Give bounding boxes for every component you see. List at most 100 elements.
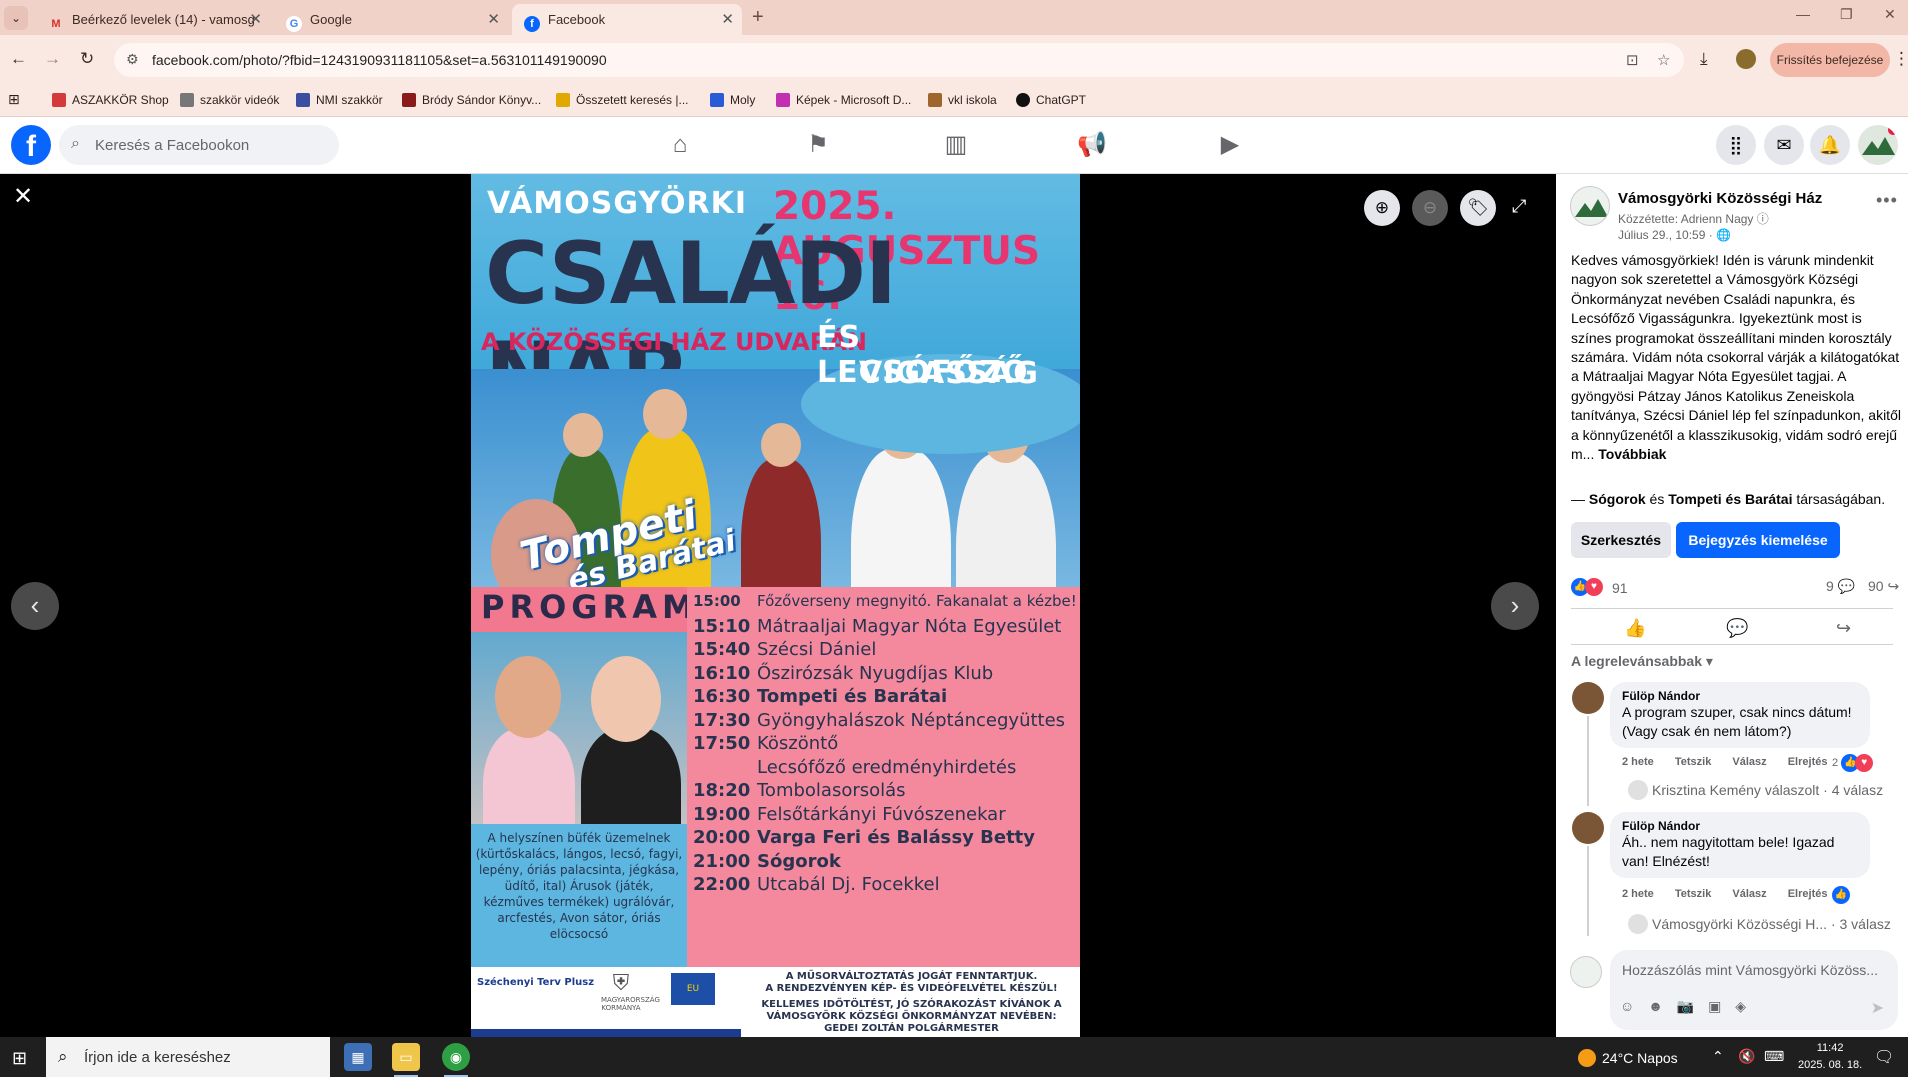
close-tab-icon[interactable]: ✕ bbox=[249, 4, 262, 35]
taskbar-search[interactable]: ⌕ bbox=[46, 1037, 330, 1077]
tagged-page-link[interactable]: Sógorok bbox=[1589, 491, 1646, 507]
forward-icon[interactable]: → bbox=[44, 49, 61, 69]
comment-like-link[interactable]: Tetszik bbox=[1675, 888, 1711, 900]
browser-menu-icon[interactable]: ⋮ bbox=[1893, 49, 1908, 69]
comment-composer[interactable]: ☺ ☻ 📷 ▣ ◈ ➤ bbox=[1610, 950, 1898, 1030]
comment-time[interactable]: 2 hete bbox=[1622, 888, 1654, 900]
share-count[interactable]: 90 ↪ bbox=[1868, 578, 1899, 595]
bookmark-item[interactable]: NMI szakkör bbox=[296, 93, 383, 107]
ads-megaphone-icon[interactable]: 📢 bbox=[1036, 123, 1148, 167]
tagged-page-link[interactable]: Tompeti és Barátai bbox=[1668, 491, 1792, 507]
taskbar-search-input[interactable] bbox=[84, 1047, 314, 1067]
system-clock[interactable]: 11:42 2025. 08. 18. bbox=[1798, 1040, 1862, 1074]
reaction-count[interactable]: 91 bbox=[1612, 580, 1628, 596]
bookmark-item[interactable]: ChatGPT bbox=[1016, 93, 1086, 107]
close-icon[interactable]: ✕ bbox=[10, 184, 36, 210]
avatar-sticker-icon[interactable]: ☺ bbox=[1620, 998, 1634, 1014]
keyboard-icon[interactable]: ⌨ bbox=[1764, 1048, 1784, 1065]
url-text[interactable]: facebook.com/photo/?fbid=124319093118110… bbox=[152, 52, 607, 68]
home-icon[interactable]: ⌂ bbox=[624, 123, 736, 167]
comment-reactions[interactable]: 2 👍 ♥ bbox=[1832, 754, 1874, 772]
comment-author[interactable]: Fülöp Nándor bbox=[1622, 689, 1858, 703]
page-avatar[interactable] bbox=[1570, 186, 1610, 226]
reactions-summary[interactable]: 👍 ♥ bbox=[1571, 578, 1603, 598]
profile-avatar[interactable] bbox=[1736, 49, 1756, 69]
send-icon[interactable]: ➤ bbox=[1871, 998, 1884, 1018]
tab-gmail[interactable]: M Beérkező levelek (14) - vamosg ✕ bbox=[36, 4, 270, 35]
view-replies-link[interactable]: Krisztina Kemény válaszolt · 4 válasz bbox=[1628, 780, 1883, 800]
emoji-icon[interactable]: ☻ bbox=[1648, 998, 1663, 1014]
comment-reply-link[interactable]: Válasz bbox=[1732, 756, 1766, 768]
tab-search-button[interactable]: ⌄ bbox=[4, 6, 28, 30]
weather-widget[interactable]: 24°C Napos bbox=[1578, 1049, 1678, 1067]
close-tab-icon[interactable]: ✕ bbox=[487, 4, 500, 35]
bookmark-item[interactable]: Moly bbox=[710, 93, 755, 107]
share-button-icon[interactable]: ↪ bbox=[1836, 618, 1851, 639]
comment-button-icon[interactable]: 💬 bbox=[1726, 618, 1748, 639]
windows-start-icon[interactable]: ⊞ bbox=[12, 1048, 27, 1069]
search-input[interactable] bbox=[95, 134, 325, 156]
commenter-avatar[interactable] bbox=[1572, 682, 1604, 714]
bookmark-item[interactable]: Bródy Sándor Könyv... bbox=[402, 93, 541, 107]
apps-grid-icon[interactable]: ⊞ bbox=[8, 91, 20, 108]
close-window-icon[interactable]: ✕ bbox=[1884, 6, 1896, 23]
close-tab-icon[interactable]: ✕ bbox=[721, 4, 734, 35]
like-button-icon[interactable]: 👍 bbox=[1624, 618, 1646, 639]
bookmark-item[interactable]: vkl iskola bbox=[928, 93, 997, 107]
notification-center-icon[interactable]: 🗨 bbox=[1874, 1047, 1894, 1067]
volume-muted-icon[interactable]: 🔇 bbox=[1738, 1048, 1755, 1065]
bookmark-star-icon[interactable]: ☆ bbox=[1657, 51, 1670, 69]
facebook-search[interactable]: ⌕ bbox=[59, 125, 339, 165]
comment-input[interactable] bbox=[1622, 960, 1886, 980]
camera-icon[interactable]: 📷 bbox=[1677, 998, 1694, 1014]
facebook-logo[interactable]: f bbox=[11, 125, 51, 165]
omnibox[interactable]: ⚙ facebook.com/photo/?fbid=1243190931181… bbox=[114, 43, 1684, 77]
bookmark-item[interactable]: Képek - Microsoft D... bbox=[776, 93, 911, 107]
minimize-icon[interactable]: — bbox=[1796, 6, 1810, 22]
more-options-icon[interactable]: ••• bbox=[1876, 190, 1898, 211]
comment-hide-link[interactable]: Elrejtés bbox=[1788, 756, 1828, 768]
boost-post-button[interactable]: Bejegyzés kiemelése bbox=[1676, 522, 1840, 558]
pages-flag-icon[interactable]: ⚑ bbox=[762, 123, 874, 167]
show-hidden-icons[interactable]: ⌃ bbox=[1712, 1048, 1724, 1065]
download-icon[interactable]: ⤓ bbox=[1700, 49, 1708, 69]
notifications-bell-icon[interactable]: 🔔 bbox=[1810, 125, 1850, 165]
view-replies-link[interactable]: Vámosgyörki Közösségi H... · 3 válasz bbox=[1628, 914, 1891, 934]
sticker-icon[interactable]: ◈ bbox=[1735, 998, 1746, 1014]
comment-sort-dropdown[interactable]: A legrelevánsabbak ▾ bbox=[1571, 653, 1713, 670]
bookmark-item[interactable]: ASZAKKÖR Shop bbox=[52, 93, 169, 107]
back-icon[interactable]: ← bbox=[10, 49, 27, 69]
next-photo-button[interactable]: › bbox=[1491, 582, 1539, 630]
tab-facebook[interactable]: f Facebook ✕ bbox=[512, 4, 742, 35]
comment-time[interactable]: 2 hete bbox=[1622, 756, 1654, 768]
see-more-link[interactable]: Továbbiak bbox=[1598, 446, 1666, 462]
comment-author[interactable]: Fülöp Nándor bbox=[1622, 819, 1858, 833]
gif-icon[interactable]: ▣ bbox=[1708, 998, 1721, 1014]
comment-hide-link[interactable]: Elrejtés bbox=[1788, 888, 1828, 900]
edit-button[interactable]: Szerkesztés bbox=[1571, 522, 1671, 558]
page-name[interactable]: Vámosgyörki Közösségi Ház bbox=[1618, 190, 1822, 207]
post-date[interactable]: Július 29., 10:59 · 🌐 bbox=[1618, 228, 1731, 242]
tab-google[interactable]: G Google ✕ bbox=[274, 4, 508, 35]
install-app-icon[interactable]: ⊡ bbox=[1626, 51, 1639, 69]
bookmark-item[interactable]: Összetett keresés |... bbox=[556, 93, 689, 107]
file-explorer-icon[interactable]: ▭ bbox=[392, 1043, 420, 1077]
messenger-icon[interactable]: ✉ bbox=[1764, 125, 1804, 165]
previous-photo-button[interactable]: ‹ bbox=[11, 582, 59, 630]
insights-icon[interactable]: ▥ bbox=[900, 123, 1012, 167]
restore-icon[interactable]: ❐ bbox=[1840, 6, 1853, 23]
finish-update-button[interactable]: Frissítés befejezése bbox=[1770, 43, 1890, 77]
account-avatar[interactable] bbox=[1858, 125, 1898, 165]
comment-reactions[interactable]: 👍 bbox=[1832, 886, 1850, 904]
fullscreen-icon[interactable]: ⤢ bbox=[1512, 196, 1526, 217]
comment-like-link[interactable]: Tetszik bbox=[1675, 756, 1711, 768]
new-tab-icon[interactable]: + bbox=[752, 6, 764, 29]
video-icon[interactable]: ▶ bbox=[1174, 123, 1286, 167]
zoom-in-icon[interactable]: ⊕ bbox=[1364, 190, 1400, 226]
comment-count[interactable]: 9 💬 bbox=[1826, 578, 1855, 595]
commenter-avatar[interactable] bbox=[1572, 812, 1604, 844]
zoom-out-icon[interactable]: ⊖ bbox=[1412, 190, 1448, 226]
calculator-app-icon[interactable]: ▦ bbox=[344, 1043, 372, 1071]
bookmark-item[interactable]: szakkör videók bbox=[180, 93, 279, 107]
site-info-icon[interactable]: ⚙ bbox=[126, 51, 139, 68]
